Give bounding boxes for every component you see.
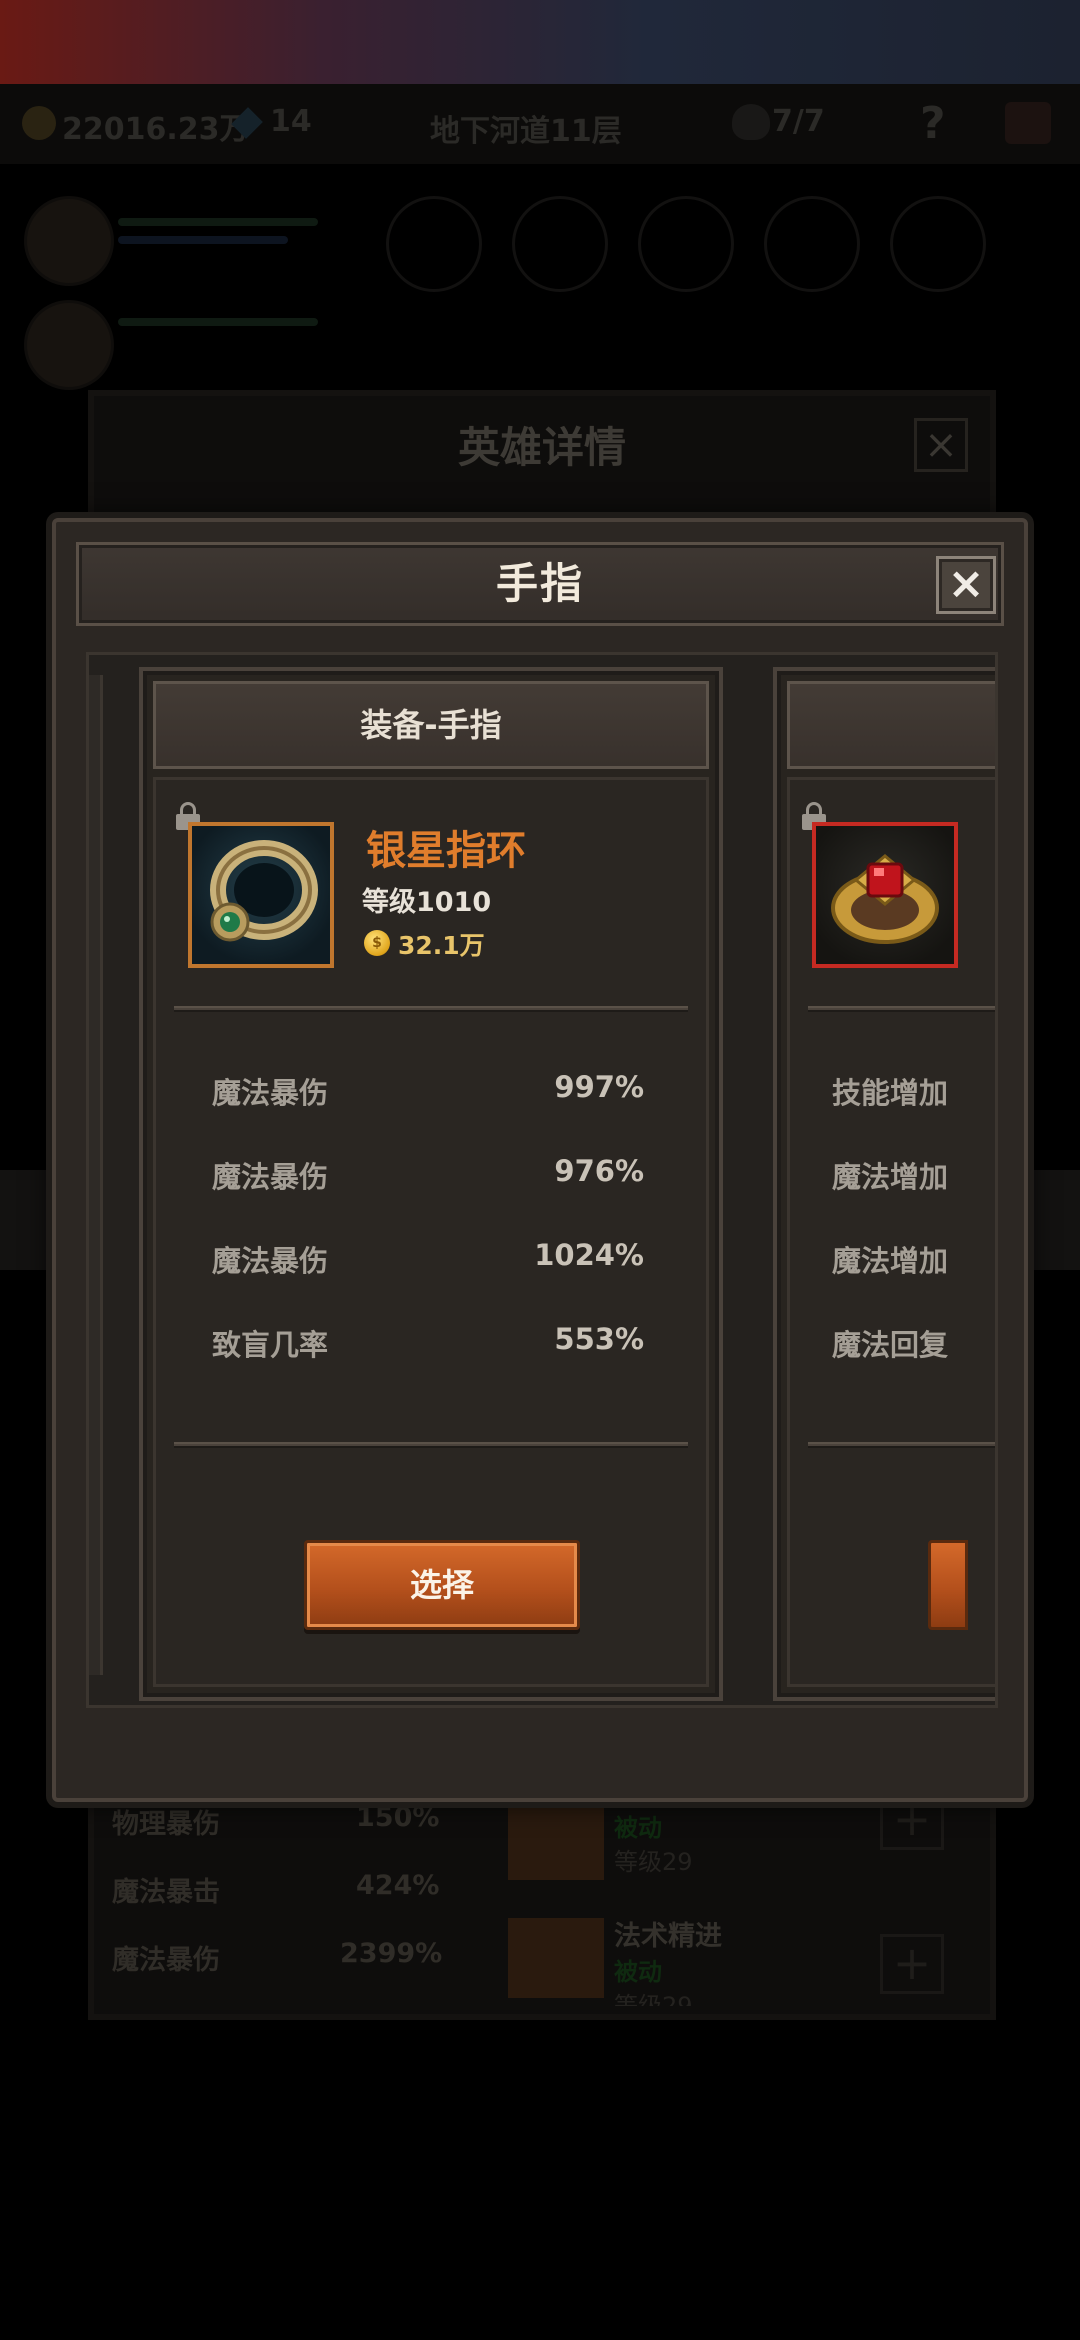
dialog-header: 手指 <box>76 542 1004 626</box>
stat-label: 魔法暴伤 <box>212 1076 329 1110</box>
right-arrow-icon[interactable] <box>1034 1170 1080 1270</box>
select-button[interactable] <box>928 1540 968 1630</box>
candidate-item-card[interactable]: 技能增加 魔法增加 魔法增加 魔法回复 <box>773 667 995 1701</box>
stat-value: 997% <box>554 1070 644 1104</box>
camp-icon[interactable] <box>1005 102 1051 144</box>
hero-details-title: 英雄详情 <box>457 423 626 472</box>
hero-avatar[interactable] <box>24 196 114 286</box>
stat-row: 魔法暴伤 1024% <box>212 1238 644 1278</box>
stat-label: 魔法暴伤 <box>212 1160 329 1194</box>
skull-icon <box>732 104 770 140</box>
stat-value: 976% <box>554 1154 644 1188</box>
select-button[interactable]: 选择 <box>304 1540 580 1630</box>
previous-card-edge <box>89 675 103 1675</box>
skill-slot[interactable] <box>512 196 608 292</box>
help-button[interactable]: ? <box>920 98 946 149</box>
select-button-label: 选择 <box>409 1566 474 1604</box>
resource-bar: 22016.23万 14 地下河道11层 7/7 ? <box>0 84 1080 164</box>
hero-avatar[interactable] <box>24 300 114 390</box>
finger-equipment-dialog: 手指 × 装备-手指 银星指环 等级1010 $ 32.1万 魔法暴伤 997%… <box>52 518 1028 1802</box>
skill-name: 法术精进 <box>614 1921 722 1952</box>
hero-mp-bar <box>118 236 288 244</box>
item-price: 32.1万 <box>398 931 485 960</box>
bg-stat-label: 魔法暴伤 <box>112 1945 220 1976</box>
equipped-item-card: 装备-手指 银星指环 等级1010 $ 32.1万 魔法暴伤 997% 魔法暴伤… <box>139 667 723 1701</box>
stat-value: 553% <box>554 1322 644 1356</box>
stat-value: 1024% <box>534 1238 644 1272</box>
stat-label: 魔法增加 <box>832 1244 949 1278</box>
skill-slot[interactable] <box>890 196 986 292</box>
skill-slot[interactable] <box>386 196 482 292</box>
bg-stat-value: 150% <box>356 1802 440 1833</box>
divider <box>808 1006 995 1012</box>
close-icon[interactable]: × <box>936 556 996 614</box>
left-arrow-icon[interactable] <box>0 1170 46 1270</box>
stat-row: 技能增加 <box>832 1070 995 1110</box>
hero-hp-bar <box>118 318 318 326</box>
skill-type: 被动 <box>614 1814 662 1842</box>
card-header <box>787 681 995 769</box>
stat-label: 魔法回复 <box>832 1328 949 1362</box>
party-count: 7/7 <box>772 104 825 139</box>
item-level: 等级1010 <box>362 887 492 918</box>
stat-row: 魔法增加 <box>832 1238 995 1278</box>
skill-level: 等级29 <box>614 1848 693 1876</box>
gold-coin-icon <box>22 106 56 140</box>
close-icon[interactable]: × <box>914 418 968 472</box>
bg-stat-label: 物理暴伤 <box>112 1809 220 1840</box>
bg-stat-value: 424% <box>356 1870 440 1901</box>
stat-label: 致盲几率 <box>212 1328 329 1362</box>
stat-label: 魔法增加 <box>832 1160 949 1194</box>
skill-type: 被动 <box>614 1958 662 1986</box>
gold-amount: 22016.23万 <box>62 112 250 147</box>
equipment-carousel[interactable]: 装备-手指 银星指环 等级1010 $ 32.1万 魔法暴伤 997% 魔法暴伤… <box>86 652 998 1708</box>
divider <box>174 1442 688 1448</box>
stat-row: 致盲几率 553% <box>212 1322 644 1362</box>
ring-icon[interactable] <box>188 822 334 968</box>
gold-coin-icon: $ <box>364 930 390 956</box>
divider <box>174 1006 688 1012</box>
upgrade-skill-button[interactable]: + <box>880 1934 944 1994</box>
bg-stat-label: 魔法暴击 <box>112 1877 220 1908</box>
skill-icon <box>508 1800 604 1880</box>
stat-row: 魔法暴伤 976% <box>212 1154 644 1194</box>
skill-slot[interactable] <box>638 196 734 292</box>
stat-row: 魔法暴伤 997% <box>212 1070 644 1110</box>
gem-amount: 14 <box>270 104 312 139</box>
card-title: 装备-手指 <box>360 706 502 744</box>
stat-row: 魔法回复 <box>832 1322 995 1362</box>
stat-label: 技能增加 <box>832 1076 949 1110</box>
card-header: 装备-手指 <box>153 681 709 769</box>
divider <box>808 1442 995 1448</box>
stat-row: 魔法增加 <box>832 1154 995 1194</box>
skill-level: 等级29 <box>614 1992 693 2006</box>
top-banner <box>0 0 1080 84</box>
dungeon-floor: 地下河道11层 <box>430 114 622 149</box>
ring-icon[interactable] <box>812 822 958 968</box>
card-body: 技能增加 魔法增加 魔法增加 魔法回复 <box>787 777 995 1687</box>
stat-label: 魔法暴伤 <box>212 1244 329 1278</box>
hero-hp-bar <box>118 218 318 226</box>
bg-stat-value: 2399% <box>340 1938 443 1969</box>
card-body: 银星指环 等级1010 $ 32.1万 魔法暴伤 997% 魔法暴伤 976% … <box>153 777 709 1687</box>
item-name: 银星指环 <box>366 828 526 874</box>
dialog-title: 手指 <box>495 559 584 608</box>
skill-slot[interactable] <box>764 196 860 292</box>
skill-icon <box>508 1918 604 1998</box>
